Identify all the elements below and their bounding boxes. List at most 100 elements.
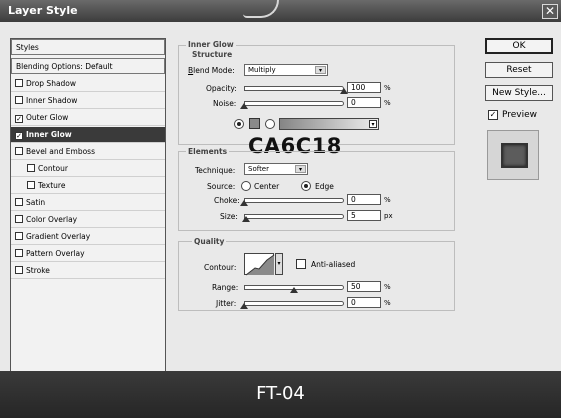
- range-label: Range:: [212, 283, 239, 292]
- blending-options-item[interactable]: Blending Options: Default: [11, 58, 165, 74]
- reset-button[interactable]: Reset: [485, 62, 553, 78]
- ok-button[interactable]: OK: [485, 38, 553, 54]
- watermark-arc: [243, 0, 279, 18]
- structure-title: Structure: [190, 50, 235, 59]
- preview-thumbnail: [487, 130, 539, 180]
- jitter-unit: %: [384, 299, 391, 307]
- style-item[interactable]: Inner Shadow: [11, 93, 165, 109]
- checkbox-checked-icon[interactable]: ✓: [15, 132, 23, 140]
- checkbox-icon[interactable]: [15, 215, 23, 223]
- jitter-slider-thumb[interactable]: [240, 303, 248, 309]
- preview-checkbox[interactable]: ✓: [488, 110, 498, 120]
- opacity-label: Opacity:: [206, 84, 237, 93]
- glow-color-swatch[interactable]: [249, 118, 260, 129]
- style-item[interactable]: Texture: [11, 178, 165, 194]
- structure-group: [178, 45, 455, 145]
- noise-slider[interactable]: [244, 101, 344, 106]
- chevron-down-icon: ▾: [295, 165, 306, 173]
- style-item[interactable]: Pattern Overlay: [11, 246, 165, 262]
- checkbox-icon[interactable]: [15, 96, 23, 104]
- noise-slider-thumb[interactable]: [240, 103, 248, 109]
- range-unit: %: [384, 283, 391, 291]
- range-input[interactable]: 50: [347, 281, 381, 292]
- style-item[interactable]: ✓ Inner Glow: [11, 127, 165, 143]
- checkbox-icon[interactable]: [15, 147, 23, 155]
- opacity-slider[interactable]: [244, 86, 344, 91]
- range-slider-thumb[interactable]: [290, 287, 298, 293]
- choke-input[interactable]: 0: [347, 194, 381, 205]
- checkbox-icon[interactable]: [15, 249, 23, 257]
- new-style-button[interactable]: New Style...: [485, 85, 553, 101]
- style-item[interactable]: Satin: [11, 195, 165, 211]
- noise-input[interactable]: 0: [347, 97, 381, 108]
- checkbox-icon[interactable]: [27, 181, 35, 189]
- technique-value: Softer: [248, 165, 269, 173]
- style-item-label: Outer Glow: [26, 113, 69, 122]
- noise-unit: %: [384, 99, 391, 107]
- source-label: Source:: [207, 182, 236, 191]
- gradient-radio[interactable]: [265, 119, 275, 129]
- size-slider-thumb[interactable]: [242, 216, 250, 222]
- style-item-label: Pattern Overlay: [26, 249, 85, 258]
- source-edge-label: Edge: [315, 182, 334, 191]
- caption-bar: FT-04: [0, 371, 561, 418]
- size-unit: px: [384, 212, 393, 220]
- style-item[interactable]: Drop Shadow: [11, 76, 165, 92]
- jitter-label: Jitter:: [216, 299, 237, 308]
- blend-mode-value: Multiply: [248, 66, 276, 74]
- blend-mode-select[interactable]: Multiply ▾: [244, 64, 328, 76]
- style-item-label: Contour: [38, 164, 68, 173]
- noise-label: Noise:: [213, 99, 237, 108]
- style-item-label: Drop Shadow: [26, 79, 77, 88]
- styles-header[interactable]: Styles: [11, 39, 165, 55]
- checkbox-icon[interactable]: [15, 266, 23, 274]
- source-center-radio[interactable]: [241, 181, 251, 191]
- blend-mode-label: Blend Mode:: [188, 66, 235, 75]
- checkbox-icon[interactable]: [27, 164, 35, 172]
- caption-text: FT-04: [256, 383, 305, 404]
- checkbox-icon[interactable]: [15, 79, 23, 87]
- style-item[interactable]: Color Overlay: [11, 212, 165, 228]
- style-item[interactable]: Contour: [11, 161, 165, 177]
- technique-label: Technique:: [195, 166, 236, 175]
- style-item[interactable]: Bevel and Emboss: [11, 144, 165, 160]
- choke-slider[interactable]: [244, 198, 344, 203]
- chevron-down-icon: ▾: [369, 120, 377, 128]
- jitter-input[interactable]: 0: [347, 297, 381, 308]
- preview-swatch: [501, 143, 528, 168]
- window-title: Layer Style: [8, 4, 78, 17]
- checkbox-icon[interactable]: [15, 232, 23, 240]
- style-item-label: Inner Shadow: [26, 96, 78, 105]
- jitter-slider[interactable]: [244, 301, 344, 306]
- size-input[interactable]: 5: [347, 210, 381, 221]
- styles-header-label: Styles: [16, 43, 39, 52]
- contour-dropdown-button[interactable]: ▾: [275, 253, 283, 275]
- style-item-label: Satin: [26, 198, 46, 207]
- glow-gradient-picker[interactable]: ▾: [279, 118, 379, 130]
- checkbox-icon[interactable]: [15, 198, 23, 206]
- size-slider[interactable]: [244, 214, 344, 219]
- solid-color-radio[interactable]: [234, 119, 244, 129]
- style-item[interactable]: ✓ Outer Glow: [11, 110, 165, 126]
- style-item-label: Inner Glow: [26, 130, 72, 139]
- source-center-label: Center: [254, 182, 280, 191]
- choke-slider-thumb[interactable]: [240, 200, 248, 206]
- chevron-down-icon: ▾: [315, 66, 326, 74]
- contour-label: Contour:: [204, 263, 237, 272]
- blend-mode-label-text: lend Mode:: [193, 66, 235, 75]
- inner-glow-title: Inner Glow: [186, 40, 236, 49]
- anti-aliased-checkbox[interactable]: [296, 259, 306, 269]
- close-button[interactable]: ✕: [542, 4, 558, 19]
- style-item[interactable]: Stroke: [11, 263, 165, 279]
- opacity-unit: %: [384, 84, 391, 92]
- contour-preview[interactable]: [244, 253, 275, 276]
- opacity-input[interactable]: 100: [347, 82, 381, 93]
- technique-select[interactable]: Softer ▾: [244, 163, 308, 175]
- size-label: Size:: [220, 212, 238, 221]
- source-edge-radio[interactable]: [301, 181, 311, 191]
- contour-curve-icon: [245, 254, 275, 276]
- style-item-label: Gradient Overlay: [26, 232, 91, 241]
- style-item-label: Stroke: [26, 266, 50, 275]
- checkbox-checked-icon[interactable]: ✓: [15, 115, 23, 123]
- style-item[interactable]: Gradient Overlay: [11, 229, 165, 245]
